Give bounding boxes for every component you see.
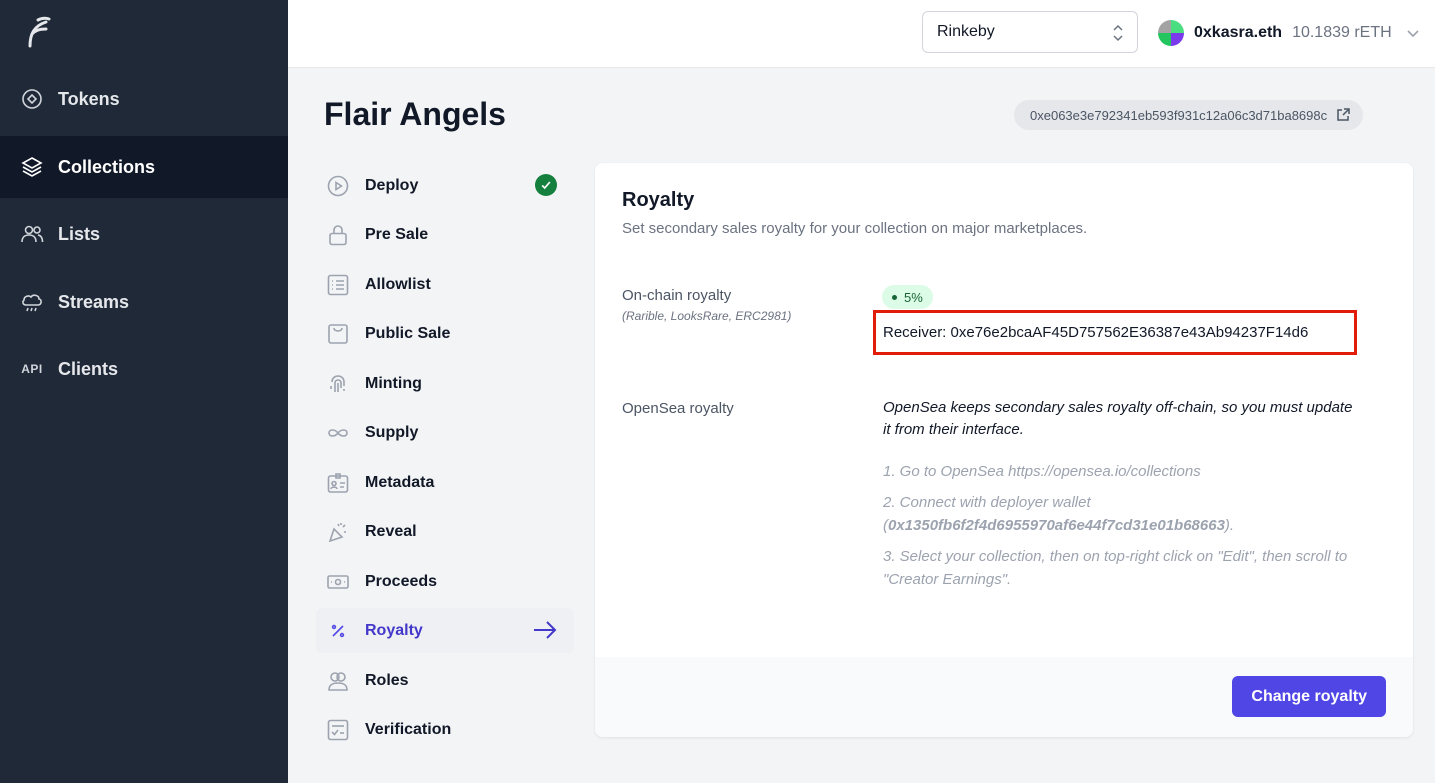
receiver-address: Receiver: 0xe76e2bcaAF45D757562E36387e43… — [873, 310, 1357, 355]
opensea-step-2-suffix: ). — [1224, 517, 1235, 534]
user-group-icon — [326, 669, 350, 693]
step-pre-sale[interactable]: Pre Sale — [316, 212, 574, 257]
step-supply[interactable]: Supply — [316, 410, 574, 455]
flair-logo-icon[interactable] — [22, 16, 52, 48]
step-label: Proceeds — [365, 572, 438, 590]
external-link-icon — [1337, 108, 1350, 121]
step-label: Public Sale — [365, 324, 451, 342]
step-proceeds[interactable]: Proceeds — [316, 559, 574, 604]
step-label: Verification — [365, 720, 452, 738]
step-metadata[interactable]: Metadata — [316, 460, 574, 505]
party-icon — [326, 520, 350, 544]
chevron-up-down-icon — [1113, 24, 1123, 42]
step-allowlist[interactable]: Allowlist — [316, 262, 574, 307]
change-royalty-button[interactable]: Change royalty — [1232, 676, 1386, 717]
avatar — [1158, 20, 1184, 46]
step-minting[interactable]: Minting — [316, 361, 574, 406]
sidebar-item-clients[interactable]: API Clients — [0, 338, 288, 400]
opensea-step-1: 1. Go to OpenSea https://opensea.io/coll… — [883, 463, 1201, 480]
layers-icon — [20, 155, 44, 179]
onchain-royalty-sublabel: (Rarible, LooksRare, ERC2981) — [622, 309, 792, 323]
step-deploy[interactable]: Deploy — [316, 163, 574, 208]
opensea-royalty-label: OpenSea royalty — [622, 400, 734, 417]
sidebar-item-streams[interactable]: Streams — [0, 271, 288, 333]
step-label: Royalty — [365, 621, 423, 639]
percent-icon — [326, 619, 350, 643]
step-roles[interactable]: Roles — [316, 658, 574, 703]
account-name: 0xkasra.eth — [1194, 24, 1283, 41]
card-title: Royalty — [622, 189, 695, 211]
sidebar-item-label: Streams — [58, 291, 130, 312]
step-label: Supply — [365, 423, 419, 441]
tokens-icon — [20, 87, 44, 111]
sidebar-item-label: Collections — [58, 156, 156, 177]
step-reveal[interactable]: Reveal — [316, 509, 574, 554]
step-label: Reveal — [365, 522, 417, 540]
account-balance: 10.1839 rETH — [1292, 24, 1392, 41]
infinity-icon — [326, 421, 350, 445]
sidebar-item-label: Clients — [58, 358, 119, 379]
network-select[interactable]: Rinkeby — [922, 11, 1138, 53]
opensea-step-3: 3. Select your collection, then on top-r… — [883, 548, 1348, 588]
card-footer: Change royalty — [595, 657, 1413, 737]
sidebar-item-lists[interactable]: Lists — [0, 203, 288, 265]
opensea-note: OpenSea keeps secondary sales royalty of… — [883, 399, 1353, 438]
chevron-down-icon — [1407, 30, 1419, 38]
step-label: Allowlist — [365, 275, 431, 293]
arrow-right-icon — [534, 621, 557, 639]
api-icon: API — [21, 362, 43, 376]
opensea-step-2: 2. Connect with deployer wallet (0x1350f… — [883, 491, 1383, 537]
fingerprint-icon — [326, 372, 350, 396]
sidebar-item-label: Lists — [58, 223, 101, 244]
royalty-card: Royalty Set secondary sales royalty for … — [595, 163, 1413, 737]
contract-address-link[interactable]: 0xe063e3e792341eb593f931c12a06c3d71ba869… — [1014, 100, 1364, 130]
step-verification[interactable]: Verification — [316, 707, 574, 752]
card-description: Set secondary sales royalty for your col… — [622, 220, 1088, 237]
step-label: Minting — [365, 374, 422, 392]
sidebar-item-collections[interactable]: Collections — [0, 136, 288, 198]
network-select-value: Rinkeby — [937, 23, 995, 40]
step-label: Metadata — [365, 473, 435, 491]
cash-icon — [326, 570, 350, 594]
play-circle-icon — [326, 174, 350, 198]
lock-icon — [326, 223, 350, 247]
step-label: Pre Sale — [365, 225, 429, 243]
top-bar: Rinkeby 0xkasra.eth 10.1839 rETH — [288, 0, 1435, 68]
page-title: Flair Angels — [324, 96, 506, 132]
onchain-royalty-label: On-chain royalty — [622, 287, 732, 304]
contract-address: 0xe063e3e792341eb593f931c12a06c3d71ba869… — [1030, 107, 1328, 123]
step-label: Roles — [365, 671, 409, 689]
step-royalty[interactable]: Royalty — [316, 608, 574, 653]
list-icon — [326, 273, 350, 297]
users-icon — [20, 222, 44, 246]
id-card-icon — [326, 471, 350, 495]
shopping-bag-icon — [326, 322, 350, 346]
check-circle-icon — [535, 174, 557, 196]
sidebar-item-tokens[interactable]: Tokens — [0, 68, 288, 130]
step-label: Deploy — [365, 176, 419, 194]
step-public-sale[interactable]: Public Sale — [316, 311, 574, 356]
cloud-rain-icon — [20, 290, 44, 314]
royalty-percent-badge: 5% — [882, 285, 933, 309]
checklist-icon — [326, 718, 350, 742]
deployer-wallet-address: 0x1350fb6f2f4d6955970af6e44f7cd31e01b686… — [888, 517, 1225, 534]
account-menu[interactable]: 0xkasra.eth 10.1839 rETH — [1158, 18, 1420, 48]
main-sidebar: Tokens Collections Lists Streams API Cli… — [0, 0, 288, 783]
sidebar-item-label: Tokens — [58, 88, 120, 109]
